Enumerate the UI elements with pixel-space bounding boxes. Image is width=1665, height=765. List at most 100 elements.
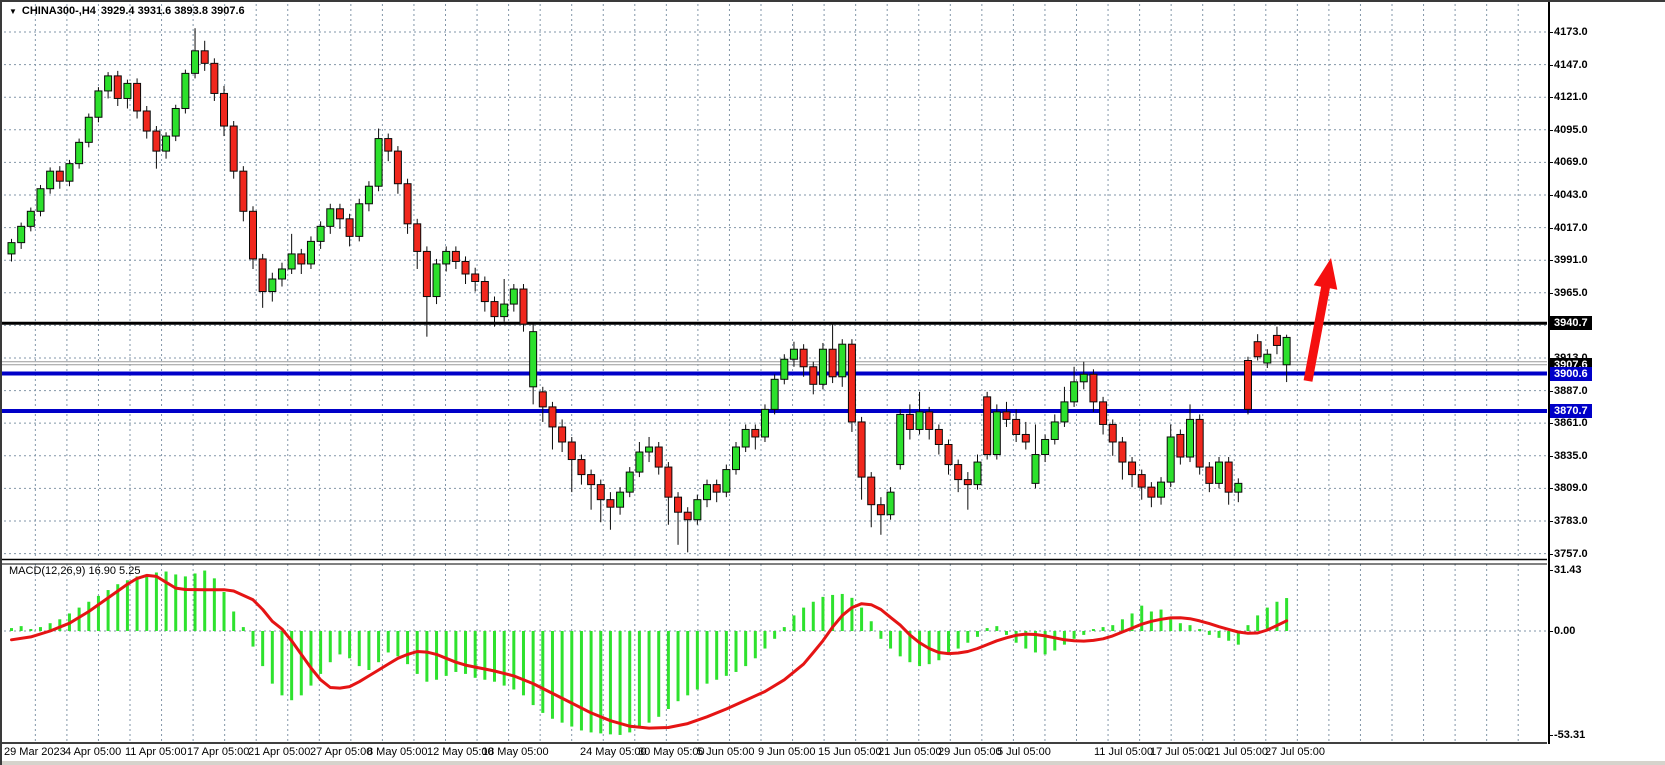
candle-body <box>771 379 778 409</box>
candle-body <box>877 505 884 515</box>
macd-histogram-bar <box>918 631 921 666</box>
macd-histogram-bar <box>1102 627 1105 631</box>
macd-histogram-bar <box>541 631 544 713</box>
macd-histogram-bar <box>677 631 680 701</box>
candle-body <box>926 412 933 430</box>
candle-body <box>588 475 595 485</box>
candle-body <box>704 485 711 500</box>
macd-histogram-bar <box>1179 623 1182 631</box>
macd-histogram-bar <box>1285 598 1288 631</box>
date-label: 11 Jul 05:00 <box>1094 746 1153 758</box>
macd-histogram-bar <box>889 631 892 649</box>
macd-histogram-bar <box>232 612 235 632</box>
macd-histogram-bar <box>986 628 989 631</box>
candle-body <box>1187 419 1194 457</box>
macd-histogram-bar <box>947 631 950 654</box>
date-label: 27 Apr 05:00 <box>310 746 372 758</box>
candle-body <box>916 412 923 430</box>
macd-histogram-bar <box>194 573 197 631</box>
candle-body <box>887 492 894 515</box>
candle-body <box>472 274 479 282</box>
candle-body <box>394 151 401 184</box>
candle-body <box>501 304 508 317</box>
candle-body <box>18 226 25 242</box>
date-label: 8 May 05:00 <box>367 746 428 758</box>
candle-body <box>163 136 170 151</box>
candle-body <box>356 204 363 237</box>
ohlc-values: 3929.4 3931.6 3893.8 3907.6 <box>101 5 245 17</box>
candle-body <box>1216 462 1223 483</box>
candle-body <box>433 264 440 297</box>
date-label: 27 Jul 05:00 <box>1265 746 1325 758</box>
candle-body <box>752 429 759 437</box>
candle-body <box>1264 354 1271 363</box>
macd-histogram-bar <box>358 631 361 666</box>
candle-body <box>1129 462 1136 475</box>
macd-histogram-bar <box>1189 625 1192 631</box>
candle-body <box>1158 482 1165 497</box>
price-tick-label: 3887.0 <box>1554 385 1588 397</box>
symbol-period-label: CHINA300-,H4 <box>22 5 96 17</box>
candle-body <box>607 500 614 508</box>
macd-histogram-bar <box>957 631 960 649</box>
candle-body <box>250 211 257 259</box>
macd-histogram-bar <box>1218 631 1221 638</box>
macd-histogram-bar <box>706 631 709 684</box>
date-label: 21 Jul 05:00 <box>1208 746 1268 758</box>
price-tick-label: 4095.0 <box>1554 124 1588 136</box>
macd-histogram-bar <box>976 631 979 637</box>
candle-body <box>646 447 653 452</box>
macd-histogram-bar <box>155 573 158 632</box>
macd-indicator-label: MACD(12,26,9) 16.90 5.25 <box>9 565 140 577</box>
candle-body <box>105 76 112 91</box>
candle-body <box>781 359 788 379</box>
price-tick-label: 4017.0 <box>1554 222 1588 234</box>
macd-histogram-bar <box>686 631 689 695</box>
macd-histogram-bar <box>493 631 496 682</box>
candle-body <box>1206 467 1213 483</box>
symbol-dropdown-icon[interactable]: ▼ <box>9 7 17 16</box>
macd-histogram-bar <box>1227 631 1230 641</box>
candle-body <box>462 261 469 274</box>
up-arrow-annotation[interactable] <box>1304 258 1338 382</box>
candle-body <box>1013 419 1020 434</box>
candle-body <box>211 63 218 93</box>
candle-body <box>95 91 102 117</box>
candle-body <box>955 465 962 480</box>
candle-body <box>327 209 334 227</box>
macd-histogram-bar <box>136 576 139 631</box>
macd-histogram-bar <box>899 631 902 656</box>
macd-histogram-bar <box>812 602 815 631</box>
candle-body <box>37 189 44 212</box>
macd-histogram-bar <box>174 574 177 631</box>
candle-body <box>636 452 643 472</box>
candle-body <box>404 184 411 224</box>
candle-body <box>317 226 324 241</box>
candle-body <box>1100 402 1107 425</box>
macd-axis-label: 0.00 <box>1554 625 1575 637</box>
candle-body <box>1273 335 1280 345</box>
candle-body <box>1071 382 1078 402</box>
macd-histogram-bar <box>783 627 786 631</box>
candle-body <box>336 209 343 219</box>
price-tick-label: 4121.0 <box>1554 91 1588 103</box>
price-level-badge: 3900.6 <box>1550 367 1592 381</box>
candle-body <box>945 445 952 465</box>
macd-histogram-bar <box>735 631 738 672</box>
macd-histogram-bar <box>754 631 757 658</box>
candle-body <box>1167 437 1174 482</box>
date-label: 5 Jul 05:00 <box>997 746 1051 758</box>
macd-histogram-bar <box>87 602 90 631</box>
candle-body <box>27 211 34 226</box>
candle-body <box>423 251 430 296</box>
macd-histogram-bar <box>1053 631 1056 651</box>
macd-histogram-bar <box>1169 619 1172 631</box>
macd-histogram-bar <box>454 631 457 672</box>
chart-canvas[interactable] <box>2 2 1548 764</box>
candle-body <box>134 83 141 111</box>
macd-histogram-bar <box>995 626 998 631</box>
date-label: 21 Jun 05:00 <box>878 746 942 758</box>
macd-histogram-bar <box>860 608 863 631</box>
macd-histogram-bar <box>1111 625 1114 631</box>
macd-histogram-bar <box>425 631 428 682</box>
